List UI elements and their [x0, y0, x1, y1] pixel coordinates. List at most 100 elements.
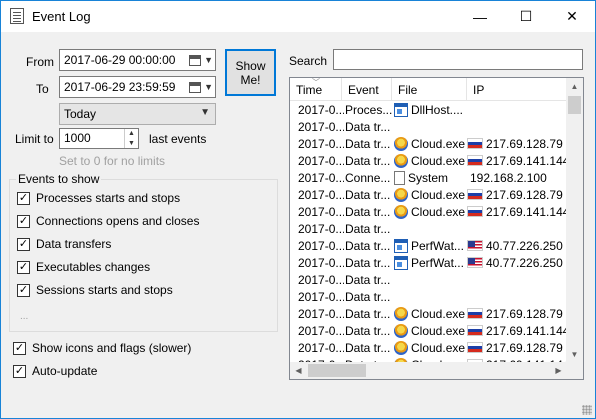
cell-event: Proces...: [345, 103, 392, 117]
checkbox-processes[interactable]: ✓ Processes starts and stops: [17, 191, 180, 205]
table-row[interactable]: 2017-0... Data tr... Cloud.exe 217.69.128.7…: [290, 306, 567, 323]
table-row[interactable]: 2017-0... Data tr... PerfWat... 40.77.226.2…: [290, 238, 567, 255]
checkbox-checked-icon[interactable]: ✓: [17, 214, 30, 228]
maximize-button[interactable]: ☐: [503, 1, 549, 32]
checkbox-data-transfers[interactable]: ✓ Data transfers: [17, 237, 111, 251]
checkbox-checked-icon[interactable]: ✓: [17, 191, 30, 205]
cell-time: 2017-0...: [298, 307, 344, 321]
checkbox-checked-icon[interactable]: ✓: [13, 341, 26, 355]
scroll-right-icon[interactable]: ▶: [550, 362, 567, 379]
cell-file: Cloud.exe: [394, 188, 466, 204]
spin-buttons[interactable]: ▲ ▼: [124, 129, 138, 148]
cell-ip: 192.168.2.100: [470, 171, 570, 187]
close-button[interactable]: ✕: [549, 1, 595, 32]
checkbox-show-icons[interactable]: ✓ Show icons and flags (slower): [13, 341, 191, 355]
cell-ip: [470, 290, 570, 306]
checkbox-checked-icon[interactable]: ✓: [17, 237, 30, 251]
table-row[interactable]: 2017-0... Data tr... Cloud.exe 217.69.128.7…: [290, 340, 567, 357]
checkbox-connections-label: Connections opens and closes: [36, 214, 200, 228]
chevron-down-icon: ▼: [200, 107, 210, 118]
cell-file: [394, 222, 466, 238]
system-file-icon: [394, 171, 405, 185]
table-row[interactable]: 2017-0... Proces... DllHost....: [290, 102, 567, 119]
date-range-select[interactable]: Today ▼: [59, 103, 216, 125]
cell-ip-address: 217.69.128.79: [486, 188, 563, 202]
table-row[interactable]: 2017-0... Data tr... Cloud.exe 217.69.128.7…: [290, 187, 567, 204]
resize-grip-icon[interactable]: [582, 405, 592, 415]
cell-event: Conne...: [345, 171, 391, 185]
minimize-button[interactable]: —: [457, 1, 503, 32]
cell-ip: 217.69.128.79: [467, 137, 567, 153]
table-row[interactable]: 2017-0...Data tr...: [290, 119, 567, 136]
spin-down-icon[interactable]: ▼: [125, 139, 138, 148]
table-row[interactable]: 2017-0... Data tr... PerfWat... 40.77.226.2…: [290, 255, 567, 272]
cell-file-name: System: [408, 171, 449, 185]
from-datetime-picker[interactable]: 2017-06-29 00:00:00 ▼: [59, 49, 216, 71]
column-header-time[interactable]: ﹀ Time: [290, 78, 342, 101]
event-list[interactable]: ﹀ Time Event File IP 2017-0... Proces... D…: [289, 77, 584, 380]
vertical-scrollbar[interactable]: ▲ ▼: [566, 78, 583, 363]
scroll-up-icon[interactable]: ▲: [566, 78, 583, 95]
cell-file: DllHost....: [394, 103, 466, 119]
checkbox-connections[interactable]: ✓ Connections opens and closes: [17, 214, 199, 228]
cell-file: PerfWat...: [394, 239, 466, 255]
checkbox-sessions-label: Sessions starts and stops: [36, 283, 173, 297]
table-row[interactable]: 2017-0... Data tr... Cloud.exe 217.69.128.7…: [290, 136, 567, 153]
checkbox-checked-icon[interactable]: ✓: [17, 283, 30, 297]
window-app-icon: [394, 103, 408, 117]
cell-file: Cloud.exe: [394, 307, 466, 323]
cell-ip-address: 40.77.226.250: [486, 256, 563, 270]
cell-file: [394, 290, 466, 306]
table-row[interactable]: 2017-0...Data tr... Cloud.exe 217.69.141.1…: [290, 204, 567, 221]
cell-event: Data tr...: [345, 341, 391, 355]
cell-event: Data tr...: [345, 120, 391, 134]
cell-ip: [470, 273, 570, 289]
cell-event: Data tr...: [345, 324, 391, 338]
calendar-dropdown-icon[interactable]: ▼: [189, 52, 213, 68]
table-row[interactable]: 2017-0...Data tr... Cloud.exe 217.69.141.1…: [290, 323, 567, 340]
search-input[interactable]: [333, 49, 583, 70]
cell-ip: 217.69.128.79: [467, 341, 567, 357]
event-log-window: Event Log — ☐ ✕ From 2017-06-29 00:00:00…: [0, 0, 596, 419]
checkbox-checked-icon[interactable]: ✓: [17, 260, 30, 274]
calendar-dropdown-icon[interactable]: ▼: [189, 79, 213, 95]
vertical-scroll-thumb[interactable]: [568, 96, 581, 114]
checkbox-checked-icon[interactable]: ✓: [13, 364, 26, 378]
horizontal-scrollbar[interactable]: ◀ ▶: [290, 362, 567, 379]
column-header-file[interactable]: File: [392, 78, 467, 101]
cell-ip-address: 217.69.128.79: [486, 341, 563, 355]
table-row[interactable]: 2017-0... Conne... System 192.168.2.100: [290, 170, 567, 187]
cell-time: 2017-0...: [298, 239, 344, 253]
russia-flag-icon: [467, 308, 483, 319]
more-events-ellipsis: ...: [20, 311, 29, 322]
title-bar[interactable]: Event Log — ☐ ✕: [1, 1, 595, 32]
column-header-ip[interactable]: IP: [467, 78, 567, 101]
show-me-button[interactable]: Show Me!: [225, 49, 276, 96]
cell-event: Data tr...: [345, 290, 391, 304]
cell-ip: 217.69.141.144: [467, 154, 567, 170]
window-app-icon: [394, 256, 408, 270]
column-header-event[interactable]: Event: [342, 78, 392, 101]
limit-spinbox[interactable]: 1000 ▲ ▼: [59, 128, 139, 149]
checkbox-sessions[interactable]: ✓ Sessions starts and stops: [17, 283, 173, 297]
column-event-label: Event: [348, 83, 379, 97]
to-datetime-picker[interactable]: 2017-06-29 23:59:59 ▼: [59, 76, 216, 98]
table-row[interactable]: 2017-0...Data tr... Cloud.exe 217.69.141.1…: [290, 153, 567, 170]
cell-ip-address: 217.69.141.144: [486, 154, 567, 168]
cell-file-name: Cloud.exe: [411, 137, 466, 151]
table-row[interactable]: 2017-0...Data tr...: [290, 289, 567, 306]
cell-ip: 217.69.141.144: [467, 205, 567, 221]
spin-up-icon[interactable]: ▲: [125, 129, 138, 139]
cell-file-name: Cloud.exe: [411, 205, 466, 219]
checkbox-executables[interactable]: ✓ Executables changes: [17, 260, 150, 274]
cell-time: 2017-0...: [298, 154, 344, 168]
checkbox-auto-update[interactable]: ✓ Auto-update: [13, 364, 97, 378]
scroll-down-icon[interactable]: ▼: [566, 346, 583, 363]
horizontal-scroll-thumb[interactable]: [308, 364, 366, 377]
table-row[interactable]: 2017-0...Data tr...: [290, 272, 567, 289]
scroll-left-icon[interactable]: ◀: [290, 362, 307, 379]
from-datetime-value: 2017-06-29 00:00:00: [64, 53, 176, 67]
cell-file: System: [394, 171, 466, 187]
cell-event: Data tr...: [345, 307, 391, 321]
table-row[interactable]: 2017-0...Data tr...: [290, 221, 567, 238]
